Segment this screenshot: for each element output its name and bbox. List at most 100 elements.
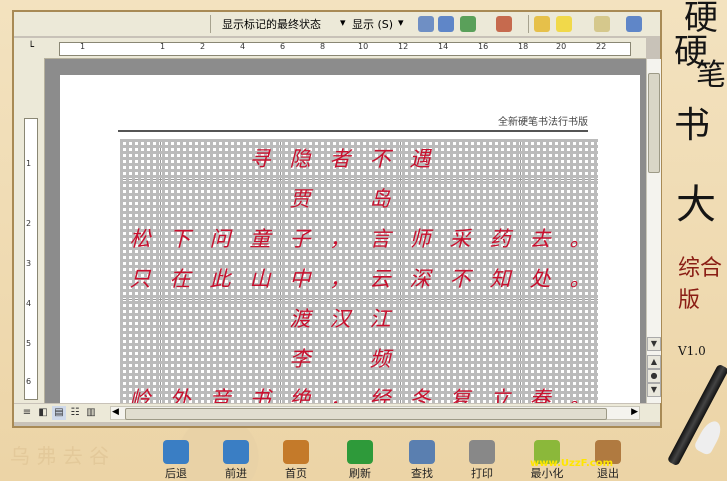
grid-row: 岭 外 音 书 绝 ， 经 冬 复 立 春 。 [120,379,598,403]
nav-button-2[interactable]: 首页 [276,440,316,481]
calligraphy-char: 处 [529,267,551,291]
markup-state-dropdown[interactable]: 显示标记的最终状态 [222,16,321,32]
calligraphy-char [480,179,520,219]
reviewing-pane-icon[interactable] [626,16,642,32]
nav-button-1[interactable]: 前进 [216,440,256,481]
calligraphy-char [480,299,520,339]
tab-selector-icon[interactable]: └ [28,42,34,53]
ruler-number: 14 [438,42,449,51]
calligraphy-char: 立 [489,387,511,403]
vertical-ruler[interactable]: 1 2 3 4 5 6 [14,58,45,403]
calligraphy-char [160,179,200,219]
calligraphy-char [400,339,440,379]
scroll-right-icon[interactable]: ▶ [631,407,638,417]
home-icon [283,440,309,464]
nav-button-label: 打印 [471,467,493,480]
reject-change-icon[interactable] [496,16,512,32]
calligraphy-char: 童 [249,227,271,251]
grid-row: 寻隐者不遇 [120,139,598,179]
calligraphy-char: 松 [129,227,151,251]
calligraphy-char: 经 [369,387,391,403]
calligraphy-char [240,179,280,219]
print-view-icon[interactable]: ▤ [52,406,66,420]
next-change-icon[interactable] [438,16,454,32]
calligraphy-char: 下 [169,227,191,251]
calligraphy-char [120,339,160,379]
refresh-icon [347,440,373,464]
ruler-number: 1 [26,159,32,168]
calligraphy-char [320,339,360,379]
calligraphy-char [520,299,560,339]
calligraphy-char: ， [329,227,351,251]
horizontal-scroll-thumb[interactable] [125,408,607,420]
review-toolbar: 显示标记的最终状态 ▾ 显示 (S) ▾ [14,12,660,36]
page-header-text: 全新硬笔书法行书版 [498,117,588,128]
calligraphy-char: 师 [409,227,431,251]
ruler-number: 22 [596,42,607,51]
edition-char: 综合版 [678,256,723,313]
nav-button-5[interactable]: 打印 [462,440,502,481]
calligraphy-char: 只 [129,267,151,291]
calligraphy-char: ， [329,387,351,403]
calligraphy-char: 汉 [329,307,351,331]
ruler-number: 1 [80,42,86,51]
title-char-4: 大 [676,182,716,228]
calligraphy-char [520,179,560,219]
nav-button-4[interactable]: 查找 [402,440,442,481]
calligraphy-char: 寻 [249,147,271,171]
browse-object-icon[interactable]: ● [647,369,661,383]
new-comment-icon[interactable] [534,16,550,32]
web-view-icon[interactable]: ◧ [36,406,50,420]
show-menu-button[interactable]: 显示 (S) [352,16,393,32]
next-page-icon[interactable]: ▼ [647,383,661,397]
nav-button-0[interactable]: 后退 [156,440,196,481]
ruler-number: 6 [280,42,286,51]
calligraphy-char: 复 [449,387,471,403]
scrollbar-thumb[interactable] [648,73,660,173]
outline-view-icon[interactable]: ☷ [68,406,82,420]
calligraphy-char: 在 [169,267,191,291]
calligraphy-char: 李 [289,347,311,371]
horizontal-scrollbar[interactable]: ◀ ▶ [110,406,640,420]
chevron-down-icon[interactable]: ▾ [340,16,346,29]
calligraphy-char [440,339,480,379]
calligraphy-char: 冬 [409,387,431,403]
normal-view-icon[interactable]: ≡ [20,406,34,420]
accept-change-icon[interactable] [460,16,476,32]
calligraphy-char: 岛 [369,187,391,211]
highlight-icon[interactable] [556,16,572,32]
calligraphy-char: 不 [369,147,391,171]
calligraphy-char: 知 [489,267,511,291]
calligraphy-char: 山 [249,267,271,291]
calligraphy-char [160,339,200,379]
chevron-down-icon: ▾ [398,16,404,29]
track-changes-icon[interactable] [594,16,610,32]
vertical-ruler-scale: 1 2 3 4 5 6 [24,118,38,400]
calligraphy-char: 外 [169,387,191,403]
calligraphy-char [440,299,480,339]
horizontal-ruler[interactable]: └ 1 1 2 4 6 8 10 12 14 16 18 20 22 [14,38,646,59]
site-watermark: www.UzzF.com [530,458,614,469]
calligraphy-char [560,339,600,379]
calligraphy-char [480,139,520,179]
nav-button-label: 查找 [411,467,433,480]
document-page[interactable]: 全新硬笔书法行书版 寻隐者不遇贾岛松下问童子，言师采药去。只在此山中，云深不知处… [60,75,640,403]
calligraphy-char: 子 [289,227,311,251]
document-view[interactable]: 全新硬笔书法行书版 寻隐者不遇贾岛松下问童子，言师采药去。只在此山中，云深不知处… [45,59,646,403]
nav-button-label: 刷新 [349,467,371,480]
ruler-number: 3 [26,259,32,268]
vertical-scrollbar[interactable]: ▼ ▲ ● ▼ [646,59,661,403]
previous-page-icon[interactable]: ▲ [647,355,661,369]
calligraphy-char: 此 [209,267,231,291]
calligraphy-char: 岭 [129,387,151,403]
scroll-left-icon[interactable]: ◀ [112,407,119,417]
reading-view-icon[interactable]: ▥ [84,406,98,420]
calligraphy-char [440,179,480,219]
previous-change-icon[interactable] [418,16,434,32]
ruler-number: 6 [26,377,32,386]
nav-button-3[interactable]: 刷新 [340,440,380,481]
grid-row: 贾岛 [120,179,598,219]
ruler-number: 18 [518,42,529,51]
scroll-down-icon[interactable]: ▼ [647,337,661,351]
calligraphy-char [480,339,520,379]
